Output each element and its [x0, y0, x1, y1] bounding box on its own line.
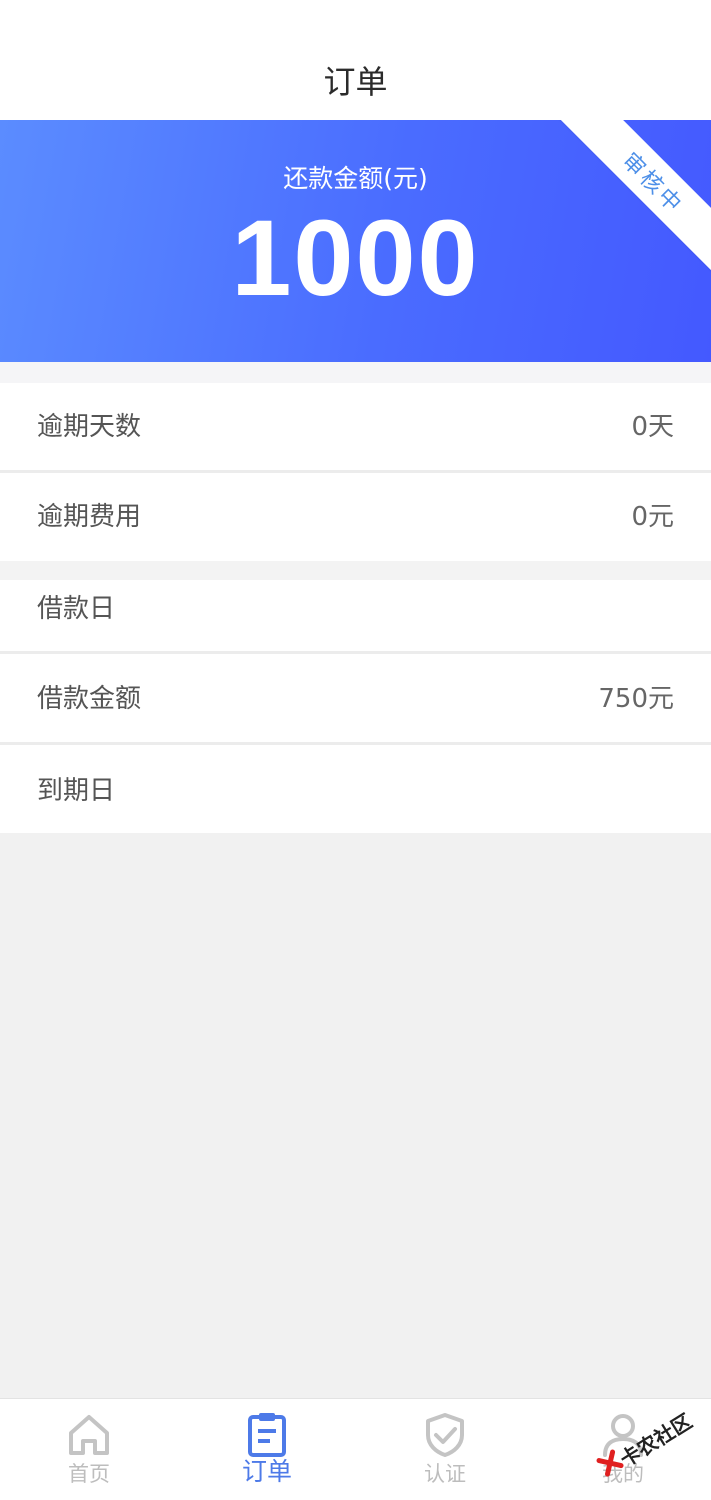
overdue-days-label: 逾期天数: [37, 412, 142, 442]
overdue-days-row: 逾期天数 0天: [0, 383, 711, 471]
tab-orders-label: 订单: [241, 1457, 292, 1486]
section-gap: [0, 561, 711, 580]
tab-verify-label: 认证: [424, 1462, 466, 1486]
header-bar: 订单: [0, 0, 711, 120]
shield-check-icon: [426, 1413, 464, 1457]
loan-amount-label: 借款金额: [37, 684, 142, 714]
overdue-fee-row: 逾期费用 0元: [0, 473, 711, 561]
clipboard-icon: [248, 1413, 286, 1457]
overdue-fee-value: 0元: [631, 502, 674, 532]
overdue-fee-label: 逾期费用: [37, 502, 142, 532]
loan-date-row: 借款日: [0, 580, 711, 651]
loan-amount-row: 借款金额 750元: [0, 654, 711, 742]
tab-verify[interactable]: 认证: [356, 1399, 534, 1500]
repayment-hero-card: 还款金额(元) 1000 审核中: [0, 120, 711, 362]
loan-date-label: 借款日: [37, 594, 116, 624]
tab-home[interactable]: 首页: [0, 1399, 178, 1500]
watermark-text: 卡农社区: [615, 1408, 697, 1472]
due-date-label: 到期日: [37, 776, 116, 806]
due-date-row: 到期日: [0, 745, 711, 833]
tab-home-label: 首页: [68, 1462, 110, 1486]
home-icon: [69, 1415, 109, 1455]
overdue-days-value: 0天: [631, 412, 674, 442]
page-title: 订单: [323, 63, 388, 101]
loan-amount-value: 750元: [598, 684, 674, 714]
repayment-amount-value: 1000: [231, 197, 480, 318]
repayment-amount-label: 还款金额(元): [283, 164, 428, 193]
section-gap: [0, 362, 711, 383]
tab-orders[interactable]: 订单: [178, 1399, 356, 1500]
